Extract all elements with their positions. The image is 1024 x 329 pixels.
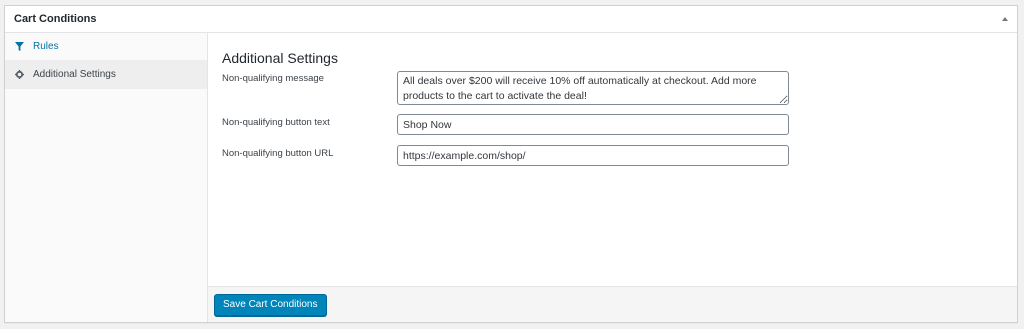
sidebar-item-label: Additional Settings <box>33 69 116 80</box>
non-qualifying-button-text-field[interactable] <box>397 114 789 135</box>
button-text-row: Non-qualifying button text <box>222 114 1017 148</box>
sidebar-item-label: Rules <box>33 41 59 52</box>
non-qualifying-button-url-field[interactable] <box>397 145 789 166</box>
panel-body: Rules Additional Settings Additional Set <box>5 33 1017 322</box>
filter-icon <box>13 42 25 51</box>
gear-icon <box>13 70 25 79</box>
button-url-row: Non-qualifying button URL <box>222 145 1017 178</box>
panel-footer: Save Cart Conditions <box>208 286 1017 322</box>
button-text-label: Non-qualifying button text <box>222 117 330 128</box>
sidebar-item-additional-settings[interactable]: Additional Settings <box>5 61 207 89</box>
message-label: Non-qualifying message <box>222 73 324 84</box>
cart-conditions-panel: Cart Conditions Rules Additional Setting… <box>4 5 1018 323</box>
save-cart-conditions-button[interactable]: Save Cart Conditions <box>214 293 327 316</box>
panel-title: Cart Conditions <box>14 13 97 25</box>
collapse-toggle-icon[interactable] <box>1002 17 1008 21</box>
sidebar-item-rules[interactable]: Rules <box>5 33 207 61</box>
panel-header: Cart Conditions <box>5 6 1017 33</box>
non-qualifying-message-field[interactable]: All deals over $200 will receive 10% off… <box>397 71 789 105</box>
section-heading: Additional Settings <box>222 50 338 66</box>
settings-content: Additional Settings Non-qualifying messa… <box>208 33 1017 286</box>
message-row: Non-qualifying message All deals over $2… <box>222 71 1017 117</box>
button-url-label: Non-qualifying button URL <box>222 148 334 159</box>
main-content: Additional Settings Non-qualifying messa… <box>208 33 1017 322</box>
sidebar: Rules Additional Settings <box>5 33 208 322</box>
